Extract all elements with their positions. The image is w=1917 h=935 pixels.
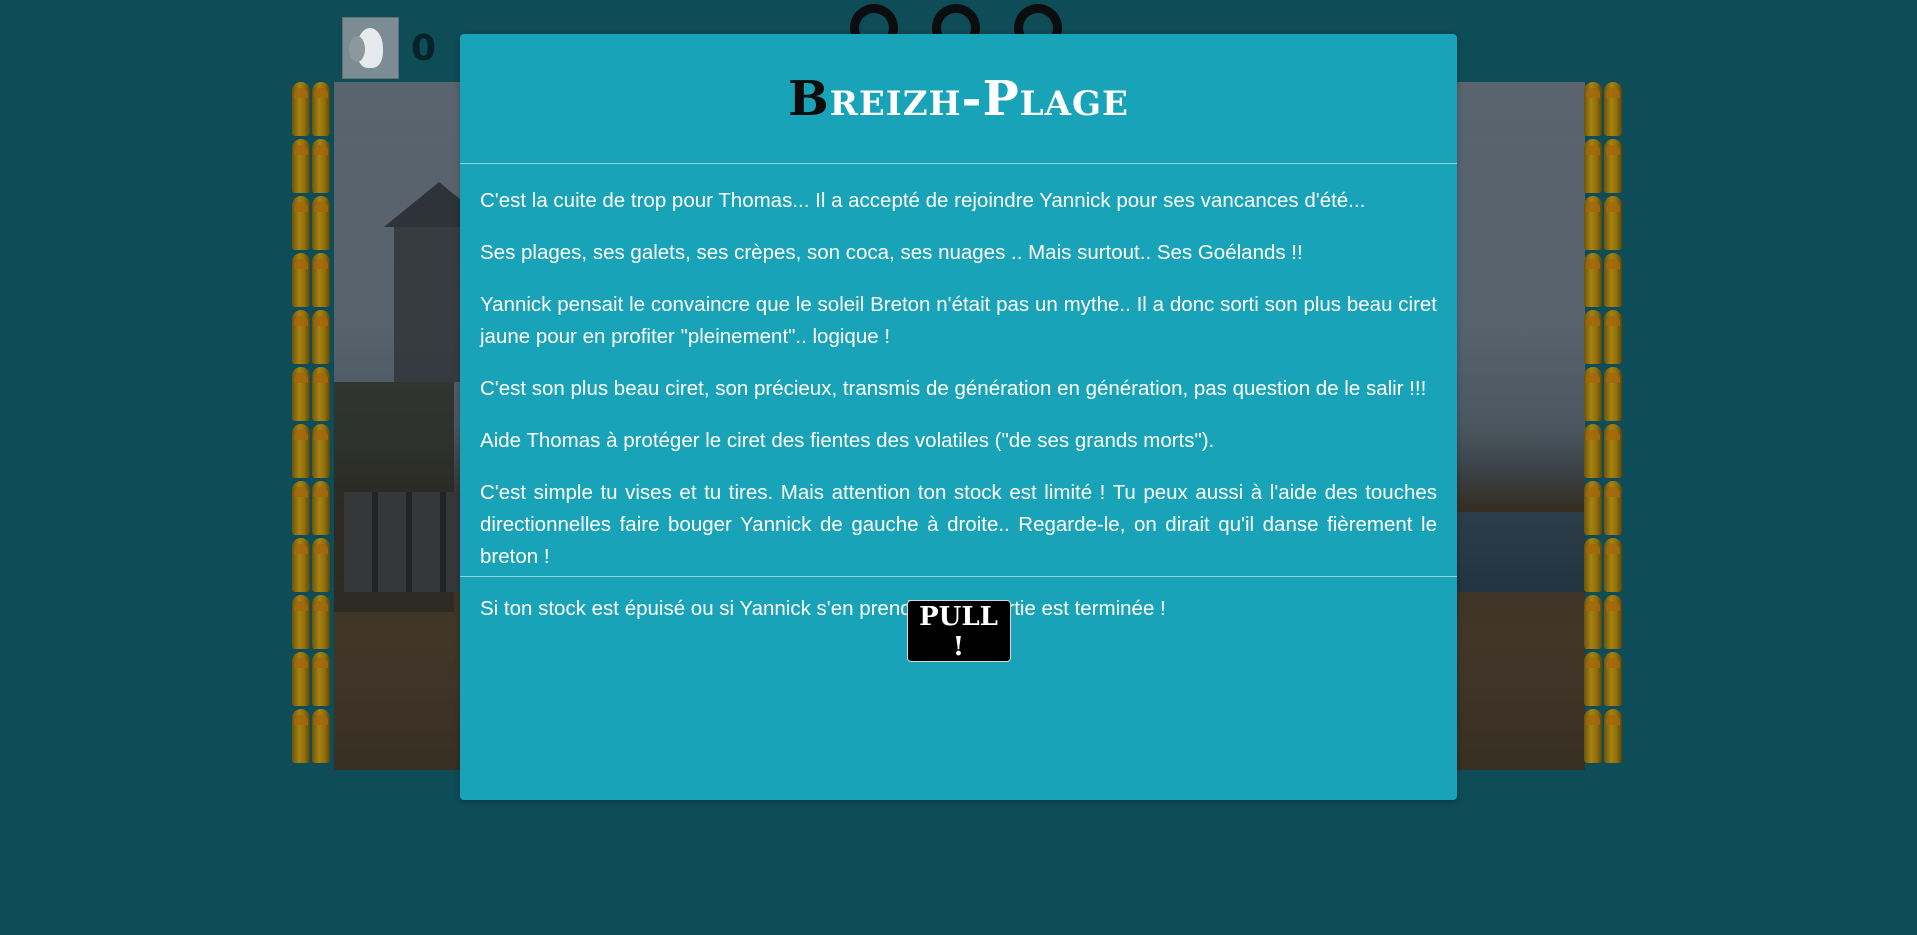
shell-icon	[1584, 310, 1602, 364]
ammo-row	[292, 595, 334, 651]
story-paragraph: Yannick pensait le convaincre que le sol…	[480, 293, 1437, 348]
seagull-icon	[342, 17, 399, 79]
shell-icon	[1604, 253, 1622, 307]
ammo-row	[292, 82, 334, 138]
shell-icon	[292, 424, 310, 478]
shell-icon	[1604, 424, 1622, 478]
shell-icon	[292, 253, 310, 307]
ammo-row	[1584, 709, 1626, 765]
ammo-row	[1584, 82, 1626, 138]
story-paragraph: Ses plages, ses galets, ses crèpes, son …	[480, 241, 1303, 264]
ammo-row	[1584, 253, 1626, 309]
shell-icon	[292, 652, 310, 706]
shell-icon	[292, 538, 310, 592]
shell-icon	[292, 82, 310, 136]
ammo-row	[292, 709, 334, 765]
shell-icon	[1584, 139, 1602, 193]
shell-icon	[292, 709, 310, 763]
shell-icon	[292, 481, 310, 535]
modal-body: C'est la cuite de trop pour Thomas... Il…	[460, 164, 1457, 620]
shell-icon	[312, 538, 330, 592]
shell-icon	[1604, 310, 1622, 364]
shell-icon	[1604, 538, 1622, 592]
shell-icon	[1584, 538, 1602, 592]
ammo-row	[292, 538, 334, 594]
shell-icon	[312, 367, 330, 421]
shell-icon	[292, 139, 310, 193]
shell-icon	[1604, 196, 1622, 250]
shell-icon	[312, 481, 330, 535]
game-title-initial: B	[788, 70, 830, 127]
shell-icon	[312, 253, 330, 307]
ammo-row	[1584, 367, 1626, 423]
shell-icon	[1584, 595, 1602, 649]
shell-icon	[312, 652, 330, 706]
shell-icon	[312, 196, 330, 250]
ammo-row	[292, 139, 334, 195]
ammo-row	[292, 367, 334, 423]
pull-start-button[interactable]: PULL !	[906, 599, 1011, 662]
shell-icon	[312, 595, 330, 649]
shell-icon	[312, 310, 330, 364]
shell-icon	[1584, 424, 1602, 478]
shell-icon	[1604, 595, 1622, 649]
shell-icon	[1584, 367, 1602, 421]
modal-header: Breizh-Plage	[460, 34, 1457, 164]
shell-icon	[312, 709, 330, 763]
score-panel: 0	[342, 17, 436, 79]
ammo-row	[1584, 538, 1626, 594]
shell-icon	[1584, 196, 1602, 250]
score-value: 0	[411, 27, 437, 69]
ammo-row	[1584, 196, 1626, 252]
ammo-row	[292, 310, 334, 366]
shell-icon	[1604, 652, 1622, 706]
story-paragraph: C'est la cuite de trop pour Thomas... Il…	[480, 189, 1366, 212]
shell-icon	[1604, 481, 1622, 535]
shell-icon	[1604, 367, 1622, 421]
story-paragraph: Aide Thomas à protéger le ciret des fien…	[480, 429, 1215, 452]
ammo-row	[1584, 424, 1626, 480]
game-title-rest: reizh-Plage	[829, 70, 1129, 127]
ammo-stock-left	[292, 82, 334, 770]
shell-icon	[292, 367, 310, 421]
shell-icon	[1584, 652, 1602, 706]
shell-icon	[312, 139, 330, 193]
shell-icon	[292, 310, 310, 364]
header-ornament	[850, 4, 1062, 52]
shell-icon	[292, 196, 310, 250]
ammo-row	[292, 481, 334, 537]
ammo-row	[1584, 595, 1626, 651]
shell-icon	[1584, 709, 1602, 763]
ammo-row	[292, 424, 334, 480]
shell-icon	[1584, 82, 1602, 136]
shell-icon	[1584, 481, 1602, 535]
ammo-row	[1584, 139, 1626, 195]
shell-icon	[1604, 82, 1622, 136]
ammo-row	[292, 196, 334, 252]
shell-icon	[312, 424, 330, 478]
ammo-stock-right	[1584, 82, 1626, 770]
shell-icon	[1604, 709, 1622, 763]
game-title: Breizh-Plage	[788, 71, 1129, 127]
shell-icon	[312, 82, 330, 136]
shell-icon	[1584, 253, 1602, 307]
ammo-row	[292, 253, 334, 309]
shell-icon	[1604, 139, 1622, 193]
story-paragraph: C'est son plus beau ciret, son précieux,…	[480, 377, 1427, 400]
ammo-row	[1584, 481, 1626, 537]
story-paragraph: C'est simple tu vises et tu tires. Mais …	[480, 481, 1437, 568]
shell-icon	[292, 595, 310, 649]
ammo-row	[292, 652, 334, 708]
intro-modal: Breizh-Plage C'est la cuite de trop pour…	[460, 34, 1457, 800]
ammo-row	[1584, 310, 1626, 366]
ammo-row	[1584, 652, 1626, 708]
